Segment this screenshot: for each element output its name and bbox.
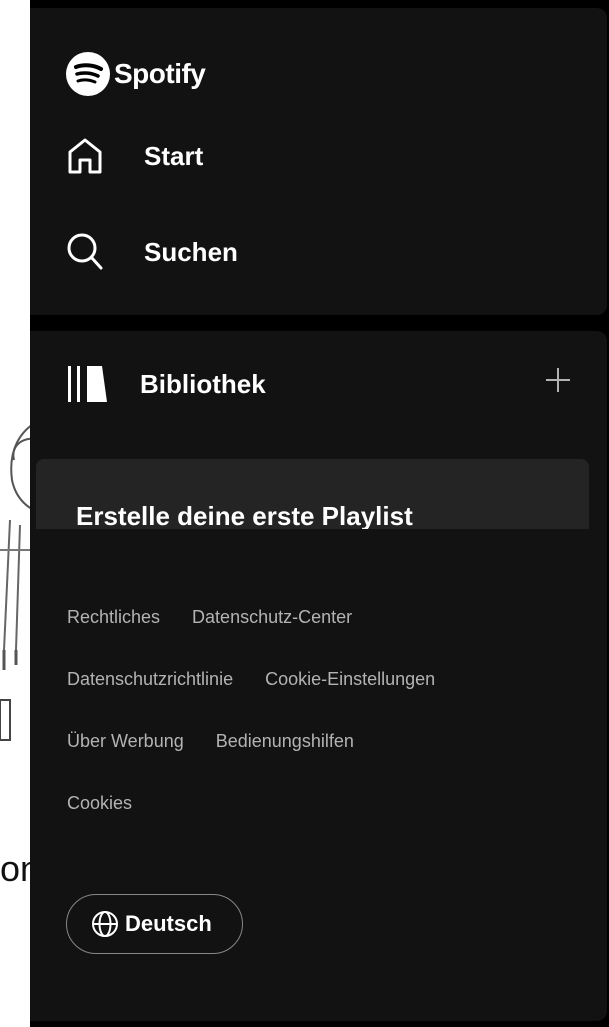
sidebar: Spotify Start Suchen Bibliothek Erstelle…: [30, 0, 609, 1027]
nav-item-label: Start: [144, 140, 204, 171]
language-label: Deutsch: [125, 911, 212, 936]
link-rechtliches[interactable]: Rechtliches: [67, 607, 160, 669]
footer-links: Rechtliches Datenschutz-Center Datenschu…: [67, 607, 587, 855]
link-ueber-werbung[interactable]: Über Werbung: [67, 731, 184, 793]
home-icon: [68, 138, 102, 174]
spotify-logo[interactable]: Spotify: [66, 52, 206, 96]
library-icon: [68, 366, 107, 402]
link-bedienungshilfen[interactable]: Bedienungshilfen: [216, 731, 354, 793]
link-datenschutzrichtlinie[interactable]: Datenschutzrichtlinie: [67, 669, 233, 731]
footer-link-row: Über Werbung Bedienungshilfen: [67, 731, 587, 793]
spotify-logo-text: Spotify: [114, 58, 206, 89]
nav-item-label: Suchen: [144, 236, 238, 267]
link-cookie-einstellungen[interactable]: Cookie-Einstellungen: [265, 669, 435, 731]
globe-icon: [92, 911, 118, 937]
create-playlist-title: Erstelle deine erste Playlist: [76, 501, 413, 529]
footer-link-row: Datenschutzrichtlinie Cookie-Einstellung…: [67, 669, 587, 731]
nav-panel: Spotify Start Suchen: [30, 8, 607, 315]
language-button[interactable]: Deutsch: [66, 894, 243, 954]
plus-icon[interactable]: [545, 367, 571, 393]
nav-item-start[interactable]: Start: [66, 136, 203, 176]
link-cookies[interactable]: Cookies: [67, 793, 132, 855]
spotify-logo-icon: [66, 52, 110, 96]
library-panel: Bibliothek Erstelle deine erste Playlist…: [30, 331, 607, 1021]
search-icon: [67, 233, 103, 270]
create-playlist-card[interactable]: Erstelle deine erste Playlist: [36, 459, 589, 529]
nav-item-suchen[interactable]: Suchen: [66, 232, 238, 272]
library-title: Bibliothek: [140, 368, 266, 399]
footer-link-row: Rechtliches Datenschutz-Center: [67, 607, 587, 669]
link-datenschutz-center[interactable]: Datenschutz-Center: [192, 607, 352, 669]
library-header[interactable]: Bibliothek: [66, 365, 266, 403]
footer-link-row: Cookies: [67, 793, 587, 855]
